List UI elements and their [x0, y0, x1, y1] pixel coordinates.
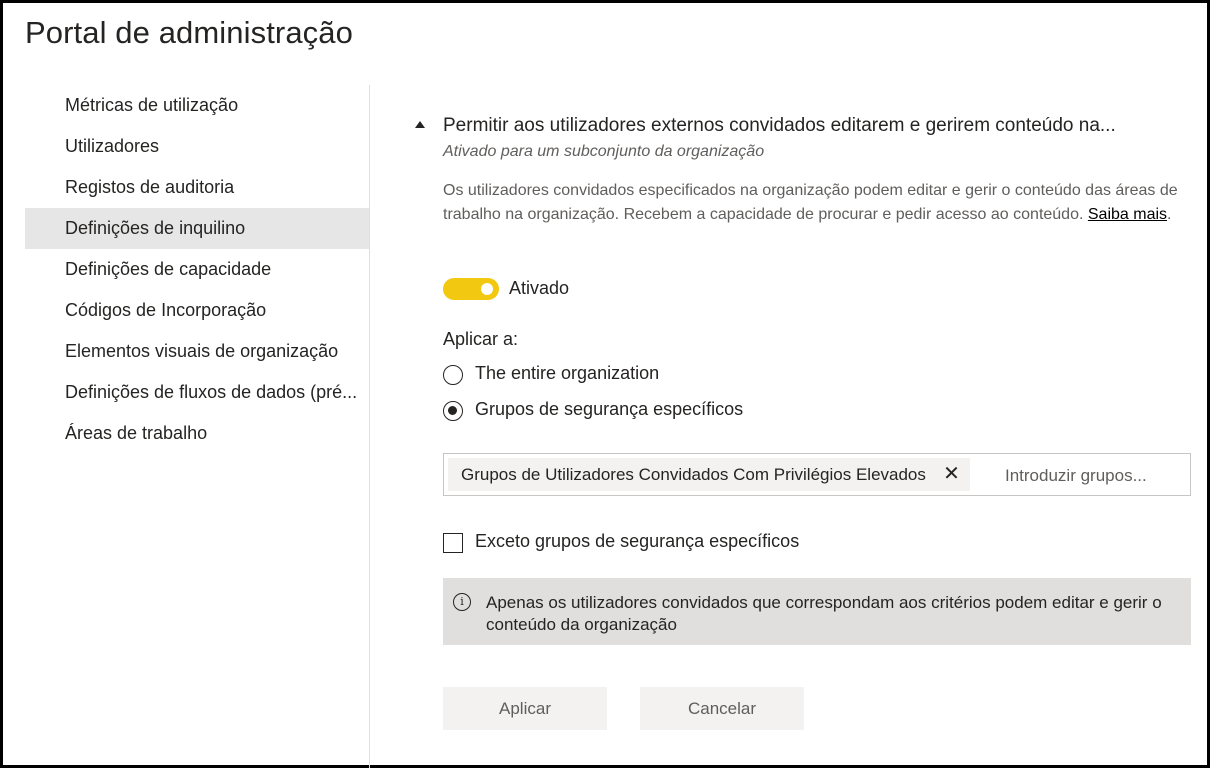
group-search-input[interactable]: Introduzir grupos...	[1005, 454, 1147, 497]
setting-status: Ativado para um subconjunto da organizaç…	[443, 143, 765, 160]
close-icon[interactable]: ✕	[943, 458, 960, 491]
admin-portal-window: Portal de administração Métricas de util…	[0, 0, 1210, 768]
learn-more-link[interactable]: Saiba mais	[1088, 206, 1167, 223]
description-end: .	[1167, 206, 1172, 223]
sidebar-item-org-visuals[interactable]: Elementos visuais de organização	[25, 331, 369, 372]
apply-button[interactable]: Aplicar	[443, 687, 607, 730]
sidebar-nav: Métricas de utilização Utilizadores Regi…	[25, 85, 369, 454]
setting-header[interactable]: Permitir aos utilizadores externos convi…	[415, 115, 1195, 143]
info-text: Apenas os utilizadores convidados que co…	[486, 593, 1162, 634]
sidebar-item-workspaces[interactable]: Áreas de trabalho	[25, 413, 369, 454]
radio-entire-organization-label: The entire organization	[475, 363, 660, 383]
group-chip: Grupos de Utilizadores Convidados Com Pr…	[448, 458, 970, 491]
radio-circle-icon[interactable]	[443, 365, 463, 385]
page-title: Portal de administração	[25, 15, 353, 50]
enabled-toggle[interactable]	[443, 278, 499, 300]
sidebar-item-tenant-settings[interactable]: Definições de inquilino	[25, 208, 369, 249]
sidebar-item-users[interactable]: Utilizadores	[25, 126, 369, 167]
cancel-button[interactable]: Cancelar	[640, 687, 804, 730]
except-groups-label: Exceto grupos de segurança específicos	[475, 531, 800, 551]
description-text: Os utilizadores convidados especificados…	[443, 182, 1178, 223]
collapse-caret-icon[interactable]	[415, 121, 425, 128]
sidebar-divider	[369, 85, 370, 768]
sidebar-item-audit-logs[interactable]: Registos de auditoria	[25, 167, 369, 208]
security-groups-picker[interactable]: Grupos de Utilizadores Convidados Com Pr…	[443, 453, 1191, 496]
group-chip-label: Grupos de Utilizadores Convidados Com Pr…	[461, 465, 926, 484]
radio-selected-icon[interactable]	[443, 401, 463, 421]
sidebar-item-capacity-settings[interactable]: Definições de capacidade	[25, 249, 369, 290]
setting-title: Permitir aos utilizadores externos convi…	[443, 115, 1116, 136]
radio-specific-security-groups-label: Grupos de segurança específicos	[475, 399, 744, 419]
toggle-label: Ativado	[509, 278, 570, 298]
setting-description: Os utilizadores convidados especificados…	[443, 179, 1183, 227]
info-icon: i	[453, 593, 471, 611]
toggle-knob	[481, 283, 493, 295]
apply-to-label: Aplicar a:	[443, 329, 519, 349]
sidebar-item-embed-codes[interactable]: Códigos de Incorporação	[25, 290, 369, 331]
sidebar-item-usage-metrics[interactable]: Métricas de utilização	[25, 85, 369, 126]
radio-dot	[448, 406, 457, 415]
except-groups-checkbox[interactable]	[443, 533, 463, 553]
sidebar-item-dataflow-settings[interactable]: Definições de fluxos de dados (pré...	[25, 372, 369, 413]
info-banner: i Apenas os utilizadores convidados que …	[443, 578, 1191, 645]
